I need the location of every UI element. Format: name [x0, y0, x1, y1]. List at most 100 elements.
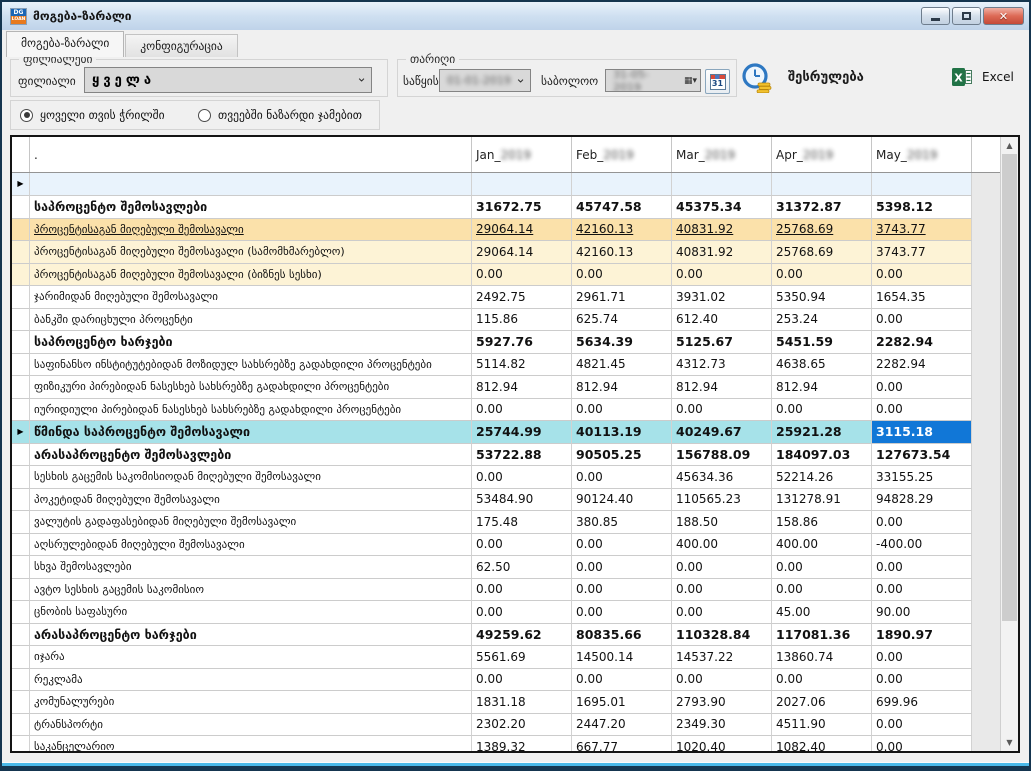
grid-cell[interactable]: 0.00 — [472, 669, 572, 692]
column-header-month[interactable]: May_2019 — [872, 137, 972, 172]
maximize-button[interactable] — [952, 7, 981, 25]
grid-cell[interactable]: 2302.20 — [472, 714, 572, 737]
grid-cell[interactable]: 1831.18 — [472, 691, 572, 714]
grid-cell[interactable]: 0.00 — [872, 646, 972, 669]
grid-cell[interactable]: 42160.13 — [572, 241, 672, 264]
grid-cell[interactable]: 812.94 — [472, 376, 572, 399]
execute-label[interactable]: შესრულება — [788, 70, 864, 85]
scrollbar-thumb[interactable] — [1002, 154, 1017, 621]
row-selector[interactable] — [12, 466, 30, 489]
grid-cell[interactable]: 4638.65 — [772, 354, 872, 377]
grid-cell[interactable]: 2027.06 — [772, 691, 872, 714]
grid-cell[interactable]: 115.86 — [472, 309, 572, 332]
grid-cell[interactable]: 5451.59 — [772, 331, 872, 354]
grid-cell[interactable]: 1020.40 — [672, 736, 772, 751]
date-from-combobox[interactable]: 01-01-2019 ⌄ — [439, 69, 531, 92]
grid-cell[interactable]: 5561.69 — [472, 646, 572, 669]
grid-cell[interactable]: 0.00 — [872, 511, 972, 534]
tab-profit-loss[interactable]: მოგება-ზარალი — [6, 31, 124, 57]
grid-cell[interactable]: 253.24 — [772, 309, 872, 332]
grid-cell[interactable]: 25768.69 — [772, 219, 872, 242]
grid-cell[interactable]: 3115.18 — [872, 421, 972, 444]
grid-cell[interactable]: 14500.14 — [572, 646, 672, 669]
grid-cell[interactable]: 62.50 — [472, 556, 572, 579]
row-label-cell[interactable]: პროცენტისაგან მიღებული შემოსავალი (სამომ… — [30, 241, 472, 264]
grid-cell[interactable]: 40831.92 — [672, 219, 772, 242]
grid-cell[interactable]: 131278.91 — [772, 489, 872, 512]
grid-cell[interactable]: 0.00 — [472, 534, 572, 557]
grid-cell[interactable]: 40831.92 — [672, 241, 772, 264]
grid-cell[interactable]: -400.00 — [872, 534, 972, 557]
grid-cell[interactable]: 0.00 — [472, 579, 572, 602]
grid-cell[interactable]: 31372.87 — [772, 196, 872, 219]
grid-cell[interactable]: 5114.82 — [472, 354, 572, 377]
label-column-header[interactable]: . — [30, 137, 472, 172]
row-label-cell[interactable]: აღსრულებიდან მიღებული შემოსავალი — [30, 534, 472, 557]
grid-cell[interactable]: 0.00 — [572, 264, 672, 287]
grid-cell[interactable]: 0.00 — [872, 669, 972, 692]
grid-cell[interactable]: 175.48 — [472, 511, 572, 534]
grid-cell[interactable]: 0.00 — [872, 399, 972, 422]
row-label-cell[interactable]: იურიდიული პირებიდან ნასესხებ სახსრებზე გ… — [30, 399, 472, 422]
grid-cell[interactable]: 110328.84 — [672, 624, 772, 647]
branch-combobox[interactable]: ყველა ⌄ — [84, 67, 372, 93]
grid-cell[interactable]: 0.00 — [872, 309, 972, 332]
grid-cell[interactable]: 1695.01 — [572, 691, 672, 714]
row-label-cell[interactable]: იჯარა — [30, 646, 472, 669]
row-selector[interactable] — [12, 264, 30, 287]
grid-cell[interactable]: 0.00 — [872, 264, 972, 287]
row-label-cell[interactable]: საკანცელარიო — [30, 736, 472, 751]
grid-cell[interactable]: 0.00 — [572, 669, 672, 692]
grid-cell[interactable]: 117081.36 — [772, 624, 872, 647]
grid-cell[interactable]: 0.00 — [772, 399, 872, 422]
grid-cell[interactable]: 0.00 — [472, 466, 572, 489]
radio-monthly-breakdown[interactable]: ყოველი თვის ჭრილში — [20, 108, 165, 122]
grid-cell[interactable]: 2349.30 — [672, 714, 772, 737]
grid-cell[interactable]: 31672.75 — [472, 196, 572, 219]
row-label-cell[interactable]: ცნობის საფასური — [30, 601, 472, 624]
grid-cell[interactable]: 0.00 — [672, 556, 772, 579]
grid-cell[interactable]: 0.00 — [872, 579, 972, 602]
calendar-button[interactable]: 31 — [705, 69, 730, 94]
row-selector[interactable] — [12, 241, 30, 264]
filter-cell[interactable] — [672, 173, 772, 196]
grid-cell[interactable]: 5398.12 — [872, 196, 972, 219]
row-selector[interactable] — [12, 399, 30, 422]
grid-cell[interactable]: 29064.14 — [472, 219, 572, 242]
grid-cell[interactable]: 90.00 — [872, 601, 972, 624]
filter-cell[interactable] — [772, 173, 872, 196]
grid-cell[interactable]: 699.96 — [872, 691, 972, 714]
filter-cell[interactable] — [30, 173, 472, 196]
row-selector[interactable] — [12, 286, 30, 309]
row-label-cell[interactable]: საპროცენტო ხარჯები — [30, 331, 472, 354]
grid-cell[interactable]: 5125.67 — [672, 331, 772, 354]
grid-cell[interactable]: 2282.94 — [872, 354, 972, 377]
grid-cell[interactable]: 0.00 — [672, 601, 772, 624]
row-selector[interactable] — [12, 376, 30, 399]
row-label-cell[interactable]: სესხის გაცემის საკომისიოდან მიღებული შემ… — [30, 466, 472, 489]
grid-cell[interactable]: 53722.88 — [472, 444, 572, 467]
grid-cell[interactable]: 25768.69 — [772, 241, 872, 264]
tab-configuration[interactable]: კონფიგურაცია — [125, 34, 237, 57]
row-label-cell[interactable]: ჯარიმიდან მიღებული შემოსავალი — [30, 286, 472, 309]
filter-cell[interactable] — [872, 173, 972, 196]
row-label-cell[interactable]: არასაპროცენტო შემოსავლები — [30, 444, 472, 467]
grid-cell[interactable]: 90505.25 — [572, 444, 672, 467]
row-selector[interactable] — [12, 556, 30, 579]
filter-cell[interactable] — [472, 173, 572, 196]
row-selector[interactable] — [12, 489, 30, 512]
grid-cell[interactable]: 40113.19 — [572, 421, 672, 444]
grid-cell[interactable]: 0.00 — [872, 736, 972, 751]
scroll-up-button[interactable]: ▲ — [1001, 137, 1018, 154]
grid-cell[interactable]: 40249.67 — [672, 421, 772, 444]
grid-cell[interactable]: 0.00 — [872, 376, 972, 399]
row-selector[interactable] — [12, 219, 30, 242]
row-selector[interactable] — [12, 309, 30, 332]
grid-cell[interactable]: 380.85 — [572, 511, 672, 534]
grid-cell[interactable]: 188.50 — [672, 511, 772, 534]
scroll-down-button[interactable]: ▼ — [1001, 734, 1018, 751]
grid-cell[interactable]: 667.77 — [572, 736, 672, 751]
grid-cell[interactable]: 0.00 — [672, 579, 772, 602]
grid-cell[interactable]: 25921.28 — [772, 421, 872, 444]
grid-cell[interactable]: 4511.90 — [772, 714, 872, 737]
